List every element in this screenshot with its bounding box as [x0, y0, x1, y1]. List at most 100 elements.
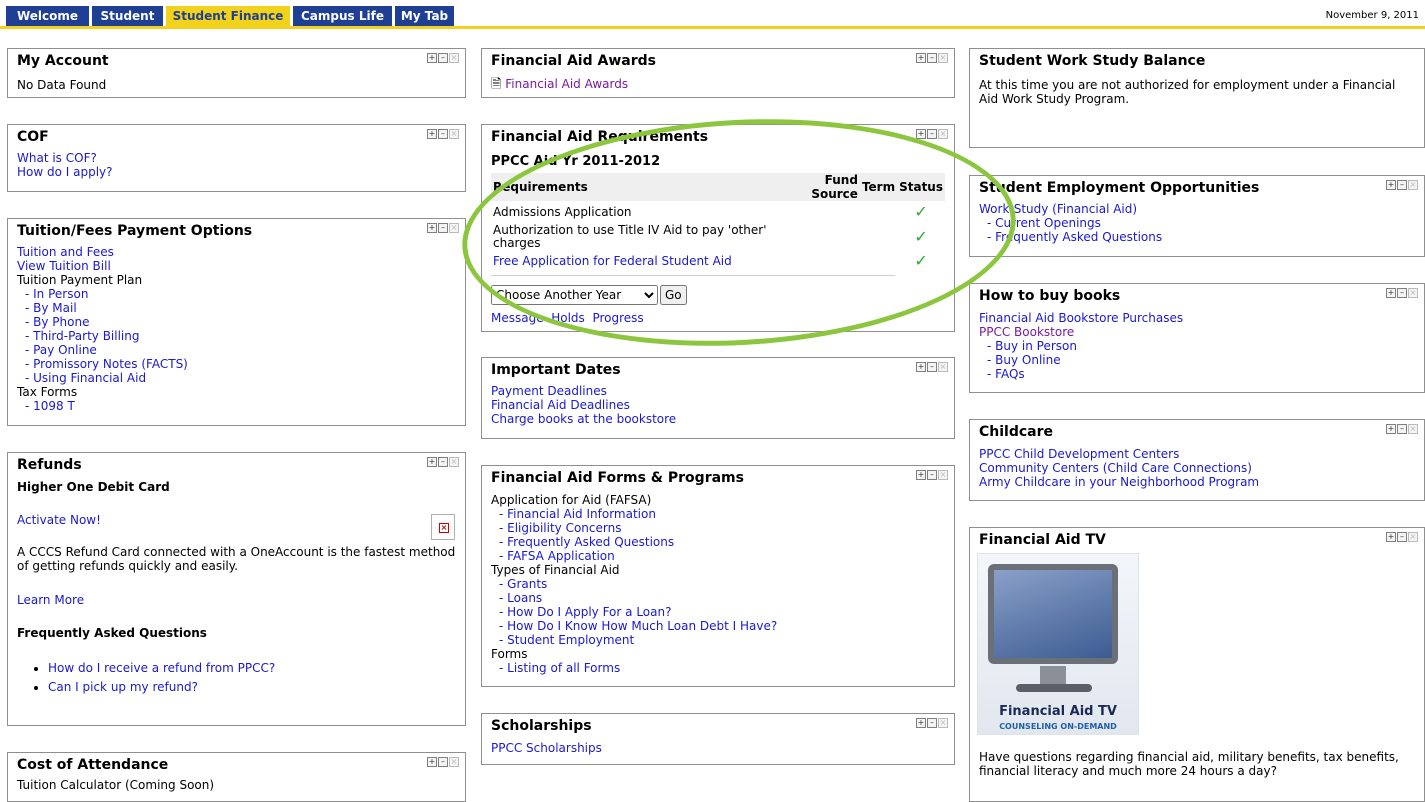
- tuition-and-fees-link[interactable]: Tuition and Fees: [17, 245, 456, 259]
- financial-aid-information-link[interactable]: - Financial Aid Information: [491, 507, 945, 521]
- column-header: Status: [897, 173, 945, 201]
- how-do-i-apply-link[interactable]: How do I apply?: [17, 165, 456, 179]
- plan-pay-online-link[interactable]: - Pay Online: [17, 343, 456, 357]
- portlet-controls: + – ×: [1386, 532, 1418, 542]
- ppcc-bookstore-link[interactable]: PPCC Bookstore: [979, 325, 1415, 339]
- buy-online-link[interactable]: - Buy Online: [979, 353, 1415, 367]
- activate-now-link[interactable]: Activate Now!: [17, 513, 101, 527]
- fafsa-requirement-link[interactable]: Free Application for Federal Student Aid: [493, 254, 732, 268]
- expand-icon[interactable]: +: [427, 129, 437, 139]
- close-icon[interactable]: ×: [449, 129, 459, 139]
- tax-1098t-link[interactable]: - 1098 T: [17, 399, 456, 413]
- minimize-icon[interactable]: –: [1397, 532, 1407, 542]
- view-tuition-bill-link[interactable]: View Tuition Bill: [17, 259, 456, 273]
- work-study-link[interactable]: Work-Study (Financial Aid): [979, 202, 1415, 216]
- financial-aid-bookstore-link[interactable]: Financial Aid Bookstore Purchases: [979, 311, 1415, 325]
- minimize-icon[interactable]: –: [438, 223, 448, 233]
- close-icon[interactable]: ×: [938, 718, 948, 728]
- financial-aid-deadlines-link[interactable]: Financial Aid Deadlines: [491, 398, 945, 412]
- close-icon[interactable]: ×: [938, 129, 948, 139]
- tab-my-tab[interactable]: My Tab: [395, 6, 454, 26]
- eligibility-concerns-link[interactable]: - Eligibility Concerns: [491, 521, 945, 535]
- expand-icon[interactable]: +: [1386, 424, 1396, 434]
- tab-campus-life[interactable]: Campus Life: [293, 6, 392, 26]
- aid-year-select[interactable]: Choose Another Year: [491, 285, 658, 305]
- apply-for-loan-link[interactable]: - How Do I Apply For a Loan?: [491, 605, 945, 619]
- close-icon[interactable]: ×: [1408, 532, 1418, 542]
- portlet-work-study-balance: Student Work Study Balance At this time …: [969, 48, 1425, 148]
- minimize-icon[interactable]: –: [927, 362, 937, 372]
- tab-welcome[interactable]: Welcome: [6, 6, 89, 26]
- expand-icon[interactable]: +: [427, 53, 437, 63]
- minimize-icon[interactable]: –: [927, 718, 937, 728]
- expand-icon[interactable]: +: [427, 757, 437, 767]
- plan-promissory-notes-link[interactable]: - Promissory Notes (FACTS): [17, 357, 456, 371]
- portlet-financial-aid-forms: + – × Financial Aid Forms & Programs Appli…: [481, 465, 955, 687]
- minimize-icon[interactable]: –: [1397, 288, 1407, 298]
- expand-icon[interactable]: +: [1386, 180, 1396, 190]
- minimize-icon[interactable]: –: [1397, 424, 1407, 434]
- close-icon[interactable]: ×: [938, 362, 948, 372]
- close-icon[interactable]: ×: [449, 457, 459, 467]
- what-is-cof-link[interactable]: What is COF?: [17, 151, 456, 165]
- loan-debt-link[interactable]: - How Do I Know How Much Loan Debt I Hav…: [491, 619, 945, 633]
- close-icon[interactable]: ×: [449, 223, 459, 233]
- employment-faq-link[interactable]: - Frequently Asked Questions: [979, 230, 1415, 244]
- learn-more-link[interactable]: Learn More: [17, 593, 84, 607]
- holds-link[interactable]: Holds: [551, 311, 585, 325]
- minimize-icon[interactable]: –: [438, 129, 448, 139]
- faq-refund-from-ppcc-link[interactable]: How do I receive a refund from PPCC?: [48, 661, 275, 675]
- fafsa-application-link[interactable]: - FAFSA Application: [491, 549, 945, 563]
- listing-of-forms-link[interactable]: - Listing of all Forms: [491, 661, 945, 675]
- expand-icon[interactable]: +: [427, 223, 437, 233]
- close-icon[interactable]: ×: [938, 53, 948, 63]
- close-icon[interactable]: ×: [449, 757, 459, 767]
- current-openings-link[interactable]: - Current Openings: [979, 216, 1415, 230]
- minimize-icon[interactable]: –: [1397, 180, 1407, 190]
- plan-in-person-link[interactable]: - In Person: [17, 287, 456, 301]
- expand-icon[interactable]: +: [427, 457, 437, 467]
- progress-link[interactable]: Progress: [592, 311, 643, 325]
- close-icon[interactable]: ×: [1408, 288, 1418, 298]
- tab-student-finance[interactable]: Student Finance: [166, 6, 290, 26]
- minimize-icon[interactable]: –: [438, 457, 448, 467]
- message-link[interactable]: Message: [491, 311, 544, 325]
- expand-icon[interactable]: +: [1386, 532, 1396, 542]
- expand-icon[interactable]: +: [916, 718, 926, 728]
- army-childcare-link[interactable]: Army Childcare in your Neighborhood Prog…: [979, 475, 1415, 489]
- buy-in-person-link[interactable]: - Buy in Person: [979, 339, 1415, 353]
- financial-aid-awards-link[interactable]: Financial Aid Awards: [505, 77, 628, 91]
- close-icon[interactable]: ×: [1408, 180, 1418, 190]
- expand-icon[interactable]: +: [916, 53, 926, 63]
- charge-books-link[interactable]: Charge books at the bookstore: [491, 412, 945, 426]
- plan-using-financial-aid-link[interactable]: - Using Financial Aid: [17, 371, 456, 385]
- plan-by-phone-link[interactable]: - By Phone: [17, 315, 456, 329]
- plan-third-party-billing-link[interactable]: - Third-Party Billing: [17, 329, 456, 343]
- minimize-icon[interactable]: –: [927, 53, 937, 63]
- tab-student[interactable]: Student: [92, 6, 163, 26]
- child-development-centers-link[interactable]: PPCC Child Development Centers: [979, 447, 1415, 461]
- grants-link[interactable]: - Grants: [491, 577, 945, 591]
- minimize-icon[interactable]: –: [927, 129, 937, 139]
- community-centers-link[interactable]: Community Centers (Child Care Connection…: [979, 461, 1415, 475]
- expand-icon[interactable]: +: [916, 470, 926, 480]
- minimize-icon[interactable]: –: [927, 470, 937, 480]
- ppcc-scholarships-link[interactable]: PPCC Scholarships: [491, 741, 602, 755]
- financial-aid-tv-image[interactable]: Financial Aid TV COUNSELING ON-DEMAND: [977, 553, 1139, 735]
- expand-icon[interactable]: +: [1386, 288, 1396, 298]
- go-button[interactable]: Go: [660, 285, 687, 305]
- close-icon[interactable]: ×: [938, 470, 948, 480]
- bookstore-faqs-link[interactable]: - FAQs: [979, 367, 1415, 381]
- expand-icon[interactable]: +: [916, 129, 926, 139]
- minimize-icon[interactable]: –: [438, 757, 448, 767]
- payment-deadlines-link[interactable]: Payment Deadlines: [491, 384, 945, 398]
- frequently-asked-questions-link[interactable]: - Frequently Asked Questions: [491, 535, 945, 549]
- close-icon[interactable]: ×: [449, 53, 459, 63]
- expand-icon[interactable]: +: [916, 362, 926, 372]
- student-employment-link[interactable]: - Student Employment: [491, 633, 945, 647]
- faq-pick-up-refund-link[interactable]: Can I pick up my refund?: [48, 680, 198, 694]
- plan-by-mail-link[interactable]: - By Mail: [17, 301, 456, 315]
- minimize-icon[interactable]: –: [438, 53, 448, 63]
- close-icon[interactable]: ×: [1408, 424, 1418, 434]
- loans-link[interactable]: - Loans: [491, 591, 945, 605]
